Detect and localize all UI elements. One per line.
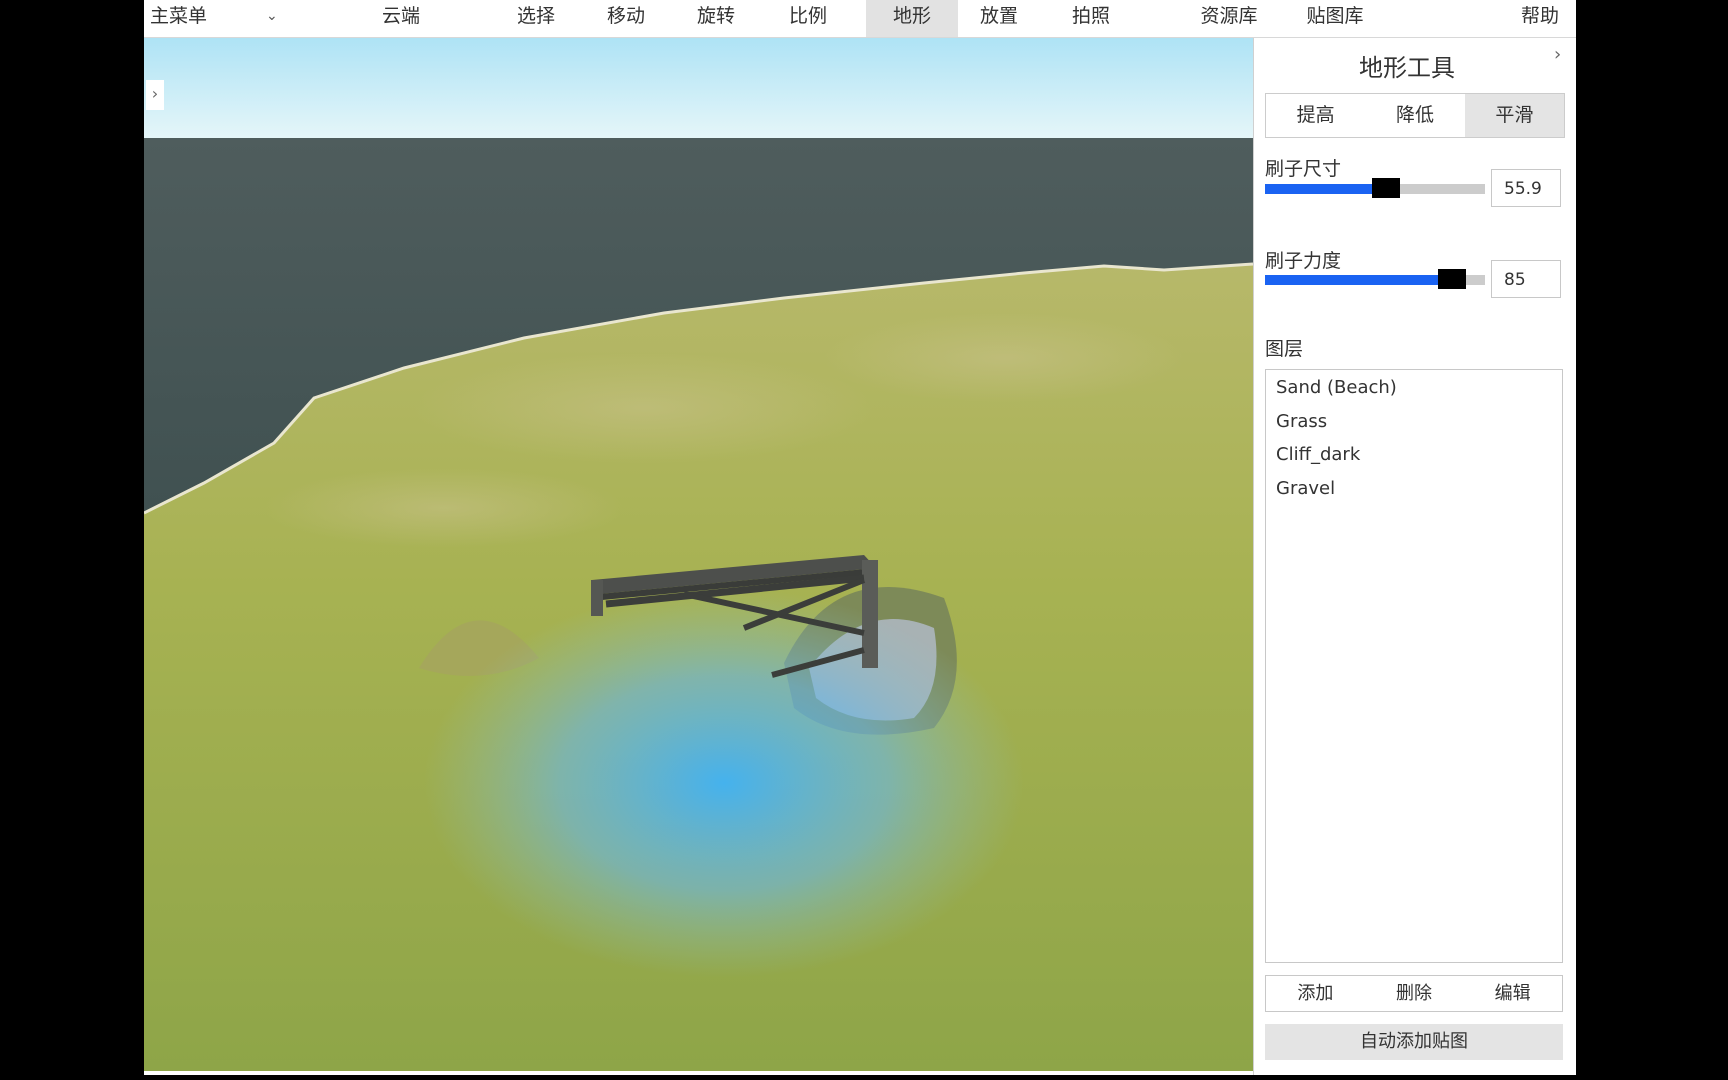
main-menu-label: 主菜单 xyxy=(150,5,208,27)
terrain-tool-tabs: 提高 降低 平滑 xyxy=(1265,93,1565,138)
brush-strength-label: 刷子力度 xyxy=(1265,250,1342,272)
delete-layer-button[interactable]: 删除 xyxy=(1365,976,1464,1011)
slider-thumb[interactable] xyxy=(1372,178,1400,198)
list-item[interactable]: Sand (Beach) xyxy=(1266,372,1562,406)
brush-strength-slider[interactable] xyxy=(1265,269,1485,289)
brush-size-input[interactable]: 55.9 xyxy=(1491,169,1561,207)
top-menubar: 主菜单 ⌄ 云端 选择 移动 旋转 比例 地形 放置 拍照 资源库 贴图库 帮助 xyxy=(144,0,1576,38)
add-layer-button[interactable]: 添加 xyxy=(1266,976,1365,1011)
menu-assets[interactable]: 资源库 xyxy=(1184,0,1274,37)
layers-label: 图层 xyxy=(1265,338,1304,360)
scene-viewport[interactable]: › xyxy=(144,38,1253,1071)
menu-help[interactable]: 帮助 xyxy=(1508,0,1572,37)
menu-select[interactable]: 选择 xyxy=(500,0,572,37)
terrain-editor-app: 主菜单 ⌄ 云端 选择 移动 旋转 比例 地形 放置 拍照 资源库 贴图库 帮助 xyxy=(144,0,1576,1075)
panel-title: 地形工具 xyxy=(1359,54,1455,82)
list-item[interactable]: Gravel xyxy=(1266,473,1562,507)
menu-terrain[interactable]: 地形 xyxy=(866,0,958,37)
tab-raise[interactable]: 提高 xyxy=(1266,94,1365,137)
slider-thumb[interactable] xyxy=(1438,269,1466,289)
brush-strength-input[interactable]: 85 xyxy=(1491,260,1561,298)
menu-scale[interactable]: 比例 xyxy=(772,0,844,37)
brush-size-label: 刷子尺寸 xyxy=(1265,158,1342,180)
terrain-scene[interactable] xyxy=(144,38,1253,1071)
menu-move[interactable]: 移动 xyxy=(590,0,662,37)
chevron-down-icon: ⌄ xyxy=(266,8,278,24)
brush-size-slider[interactable] xyxy=(1265,178,1485,198)
tab-smooth[interactable]: 平滑 xyxy=(1464,94,1564,137)
chevron-right-icon[interactable]: › xyxy=(1554,44,1561,65)
menu-place[interactable]: 放置 xyxy=(958,0,1040,37)
menu-photo[interactable]: 拍照 xyxy=(1050,0,1132,37)
slider-fill xyxy=(1265,184,1386,194)
auto-add-texture-button[interactable]: 自动添加贴图 xyxy=(1265,1024,1563,1060)
terrain-tool-panel: 地形工具 › 提高 降低 平滑 刷子尺寸 55.9 刷子力度 85 图层 San… xyxy=(1253,38,1576,1075)
edit-layer-button[interactable]: 编辑 xyxy=(1463,976,1562,1011)
chevron-right-icon[interactable]: › xyxy=(146,80,164,110)
tab-lower[interactable]: 降低 xyxy=(1365,94,1464,137)
slider-fill xyxy=(1265,275,1452,285)
menu-textures[interactable]: 贴图库 xyxy=(1290,0,1380,37)
menu-cloud[interactable]: 云端 xyxy=(366,0,436,37)
layer-list[interactable]: Sand (Beach) Grass Cliff_dark Gravel xyxy=(1265,369,1563,963)
menu-rotate[interactable]: 旋转 xyxy=(680,0,752,37)
layer-button-group: 添加 删除 编辑 xyxy=(1265,975,1563,1012)
main-menu-dropdown[interactable]: 主菜单 ⌄ xyxy=(150,0,290,37)
list-item[interactable]: Cliff_dark xyxy=(1266,439,1562,473)
list-item[interactable]: Grass xyxy=(1266,406,1562,440)
